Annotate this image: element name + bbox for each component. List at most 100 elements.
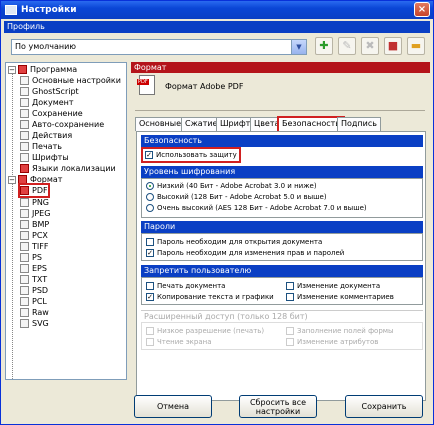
format-settings-panel: Формат PDF Формат Adobe PDF Основные Сжа… <box>131 62 430 401</box>
checkbox-icon[interactable] <box>286 293 294 301</box>
checkbox-icon[interactable]: ✓ <box>146 293 154 301</box>
checkbox-icon[interactable] <box>146 327 154 335</box>
jpeg-icon <box>20 209 29 218</box>
title-bar[interactable]: Настройки × <box>1 1 433 19</box>
checkbox-icon[interactable] <box>286 327 294 335</box>
tree-item[interactable]: PCL <box>20 296 47 307</box>
collapse-icon[interactable]: − <box>8 175 16 184</box>
actions-icon <box>20 131 29 140</box>
tree-item[interactable]: PSD <box>20 285 48 296</box>
settings-tree[interactable]: − Программа Основные настройки GhostScrip… <box>5 62 127 380</box>
cancel-button[interactable]: Отмена <box>134 395 212 418</box>
deny-header: Запретить пользователю <box>141 265 423 277</box>
security-header: Безопасность <box>141 135 423 147</box>
printer-icon <box>20 142 29 151</box>
checkbox-icon[interactable] <box>146 338 154 346</box>
tree-item[interactable]: Действия <box>20 130 72 141</box>
divider <box>135 110 425 111</box>
checkbox-icon[interactable]: ✓ <box>146 249 154 257</box>
tree-item[interactable]: PS <box>20 252 42 263</box>
save-button[interactable]: Сохранить <box>345 395 423 418</box>
reset-all-button[interactable]: Сбросить все настройки <box>239 395 317 418</box>
txt-icon <box>20 275 29 284</box>
fill-forms-checkbox[interactable]: Заполнение полей формы <box>286 326 394 336</box>
encryption-low-radio[interactable]: Низкий (40 Бит - Adobe Acrobat 3.0 и ниж… <box>146 181 317 191</box>
tree-item[interactable]: Raw <box>20 307 49 318</box>
program-icon <box>18 65 27 74</box>
tab-security[interactable]: Безопасность <box>277 116 345 133</box>
radio-icon[interactable] <box>146 182 154 190</box>
format-icon <box>18 175 27 184</box>
pcx-icon <box>20 231 29 240</box>
checkbox-icon[interactable] <box>286 282 294 290</box>
language-icon <box>20 164 29 173</box>
window-icon <box>5 5 17 15</box>
font-icon <box>20 153 29 162</box>
png-icon <box>20 198 29 207</box>
collapse-icon[interactable]: − <box>8 65 16 74</box>
tree-item[interactable]: Языки локализации <box>20 163 116 174</box>
checkbox-icon[interactable] <box>286 338 294 346</box>
tree-item[interactable]: Сохранение <box>20 108 83 119</box>
tree-item[interactable]: Документ <box>20 97 74 108</box>
screen-read-checkbox[interactable]: Чтение экрана <box>146 337 212 347</box>
tree-item[interactable]: TIFF <box>20 241 48 252</box>
profile-select-value: По умолчанию <box>15 42 77 51</box>
add-profile-icon[interactable]: ✚ <box>315 37 333 55</box>
ghostscript-icon <box>20 87 29 96</box>
profile-header: Профиль <box>4 21 430 33</box>
deny-comments-checkbox[interactable]: Изменение комментариев <box>286 292 394 302</box>
tree-item[interactable]: Печать <box>20 141 62 152</box>
deny-print-checkbox[interactable]: Печать документа <box>146 281 225 291</box>
checkbox-icon[interactable]: ✓ <box>145 151 153 159</box>
save-icon <box>20 109 29 118</box>
passwords-box: Пароль необходим для открытия документа … <box>141 233 423 261</box>
save-profile-icon[interactable]: ■ <box>384 37 402 55</box>
settings-icon <box>20 76 29 85</box>
tree-item[interactable]: EPS <box>20 263 47 274</box>
password-change-checkbox[interactable]: ✓ Пароль необходим для изменения прав и п… <box>146 248 344 258</box>
tab-general[interactable]: Основные <box>135 117 186 131</box>
format-title: Формат Adobe PDF <box>165 82 244 91</box>
tree-item[interactable]: Авто-сохранение <box>20 119 104 130</box>
tree-item[interactable]: Основные настройки <box>20 75 121 86</box>
tree-item[interactable]: BMP <box>20 219 49 230</box>
extended-box: Низкое разрешение (печать) Чтение экрана… <box>141 322 423 350</box>
tab-signature[interactable]: Подпись <box>337 117 381 131</box>
radio-icon[interactable] <box>146 204 154 212</box>
password-open-checkbox[interactable]: Пароль необходим для открытия документа <box>146 237 322 247</box>
tree-item[interactable]: TXT <box>20 274 47 285</box>
encryption-aes-radio[interactable]: Очень высокий (AES 128 Бит - Adobe Acrob… <box>146 203 367 213</box>
tree-item[interactable]: JPEG <box>20 208 50 219</box>
pdf-icon <box>20 186 29 195</box>
checkbox-icon[interactable] <box>146 282 154 290</box>
tree-item[interactable]: SVG <box>20 318 49 329</box>
close-button[interactable]: × <box>414 2 430 17</box>
svg-icon <box>20 319 29 328</box>
raw-icon <box>20 308 29 317</box>
tree-item[interactable]: PCX <box>20 230 48 241</box>
profile-select[interactable]: По умолчанию ▼ <box>11 39 307 55</box>
chevron-down-icon[interactable]: ▼ <box>291 40 306 54</box>
pdf-logo-icon: PDF <box>137 75 155 95</box>
tree-item-format[interactable]: − Формат <box>8 174 62 185</box>
encryption-high-radio[interactable]: Высокий (128 Бит - Adobe Acrobat 5.0 и в… <box>146 192 327 202</box>
delete-profile-icon[interactable]: ✖ <box>361 37 379 55</box>
radio-icon[interactable] <box>146 193 154 201</box>
tree-item-program[interactable]: − Программа <box>8 64 77 75</box>
edit-profile-icon[interactable]: ✎ <box>338 37 356 55</box>
deny-modify-checkbox[interactable]: Изменение документа <box>286 281 380 291</box>
tree-item-pdf[interactable]: PDF <box>18 183 50 198</box>
tree-item[interactable]: GhostScript <box>20 86 79 97</box>
tree-item[interactable]: PNG <box>20 197 49 208</box>
use-protection-checkbox[interactable]: ✓ Использовать защиту <box>141 147 241 163</box>
tree-item[interactable]: Шрифты <box>20 152 69 163</box>
low-res-print-checkbox[interactable]: Низкое разрешение (печать) <box>146 326 264 336</box>
checkbox-icon[interactable] <box>146 238 154 246</box>
encryption-header: Уровень шифрования <box>141 166 423 178</box>
folder-icon[interactable]: ▬ <box>407 37 425 55</box>
modify-attributes-checkbox[interactable]: Изменение атрибутов <box>286 337 378 347</box>
tiff-icon <box>20 242 29 251</box>
deny-copy-checkbox[interactable]: ✓ Копирование текста и графики <box>146 292 274 302</box>
format-header: Формат <box>131 62 430 73</box>
